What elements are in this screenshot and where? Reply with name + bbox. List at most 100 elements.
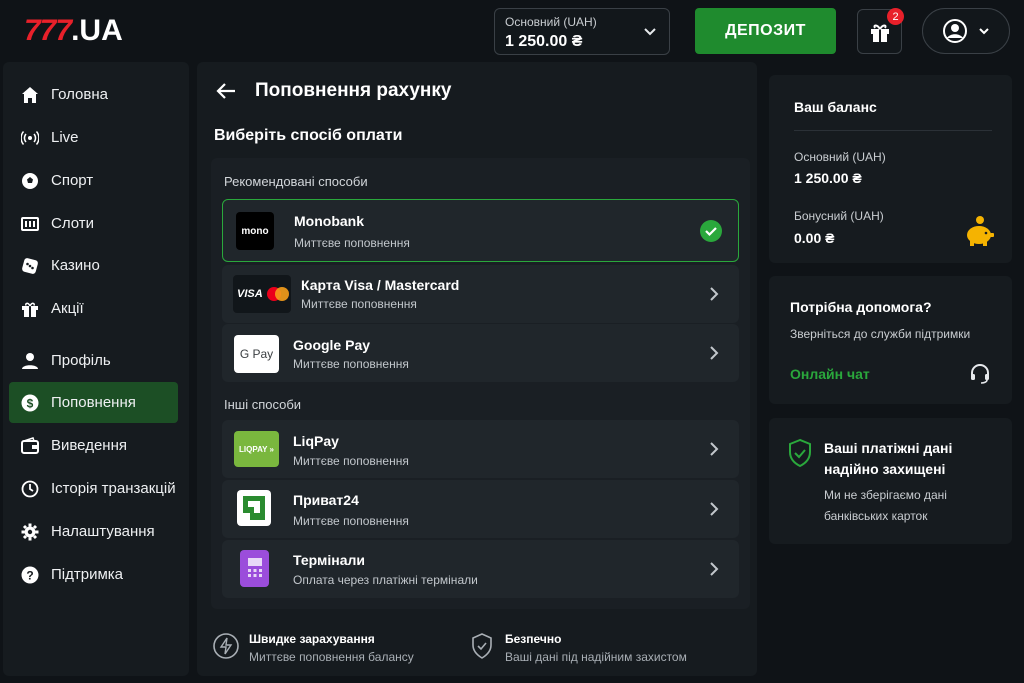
security-desc: Ми не зберігаємо дані банківських карток — [824, 485, 947, 527]
sidebar-item-support[interactable]: ? Підтримка — [9, 554, 178, 595]
user-icon — [21, 352, 39, 370]
sidebar-item-label: Акції — [51, 300, 84, 317]
payment-method-privat24[interactable]: Приват24 Миттєве поповнення — [222, 480, 739, 538]
history-icon — [21, 480, 39, 498]
dollar-icon: $ — [21, 394, 39, 412]
privat24-icon — [243, 496, 265, 520]
security-desc-line: Ми не зберігаємо дані — [824, 488, 947, 502]
sidebar-item-label: Профіль — [51, 352, 111, 369]
sidebar-item-withdraw[interactable]: Виведення — [9, 425, 178, 466]
payment-method-name: LiqPay — [293, 433, 339, 449]
payment-method-name: Monobank — [294, 213, 364, 229]
sidebar-item-live[interactable]: Live — [9, 117, 178, 158]
security-title-line: Ваші платіжні дані — [824, 440, 953, 456]
liqpay-logo: LIQPAY » — [234, 431, 279, 467]
security-card: Ваші платіжні дані надійно захищені Ми н… — [769, 418, 1012, 544]
logo-domain: .UA — [71, 14, 123, 47]
payment-method-liqpay[interactable]: LIQPAY » LiqPay Миттєве поповнення — [222, 420, 739, 478]
headset-icon[interactable] — [969, 362, 991, 384]
chevron-right-icon — [710, 346, 719, 360]
bonus-balance-value: 0.00 ₴ — [794, 230, 835, 246]
notification-badge: 2 — [887, 8, 904, 25]
gift-icon — [21, 300, 39, 318]
payment-method-desc: Миттєве поповнення — [293, 357, 409, 371]
sidebar-item-label: Поповнення — [51, 394, 136, 411]
sidebar-item-sport[interactable]: Спорт — [9, 160, 178, 201]
sidebar-item-label: Історія транзакцій — [51, 480, 176, 497]
home-icon — [21, 86, 39, 104]
sidebar-item-label: Головна — [51, 86, 108, 103]
deposit-button[interactable]: ДЕПОЗИТ — [695, 8, 836, 54]
payment-method-terminals[interactable]: Термінали Оплата через платіжні термінал… — [222, 540, 739, 598]
sidebar-item-profile[interactable]: Профіль — [9, 340, 178, 381]
sidebar-item-label: Підтримка — [51, 566, 124, 583]
payment-method-desc: Оплата через платіжні термінали — [293, 573, 478, 587]
sidebar-item-history[interactable]: Історія транзакцій — [9, 468, 178, 509]
chevron-right-icon — [710, 287, 719, 301]
sidebar-item-label: Виведення — [51, 437, 127, 454]
online-chat-link[interactable]: Онлайн чат — [790, 366, 870, 382]
sidebar-item-deposit[interactable]: $ Поповнення — [9, 382, 178, 423]
sidebar-item-label: Спорт — [51, 172, 94, 189]
payment-method-name: Термінали — [293, 552, 365, 568]
sidebar-item-label: Казино — [51, 257, 100, 274]
sidebar-item-slots[interactable]: Слоти — [9, 203, 178, 244]
feature-title: Швидке зарахування — [249, 632, 375, 646]
terminal-icon — [247, 557, 262, 577]
soccer-ball-icon — [21, 172, 39, 190]
google-pay-logo: G Pay — [234, 335, 279, 373]
gift-icon — [870, 24, 889, 42]
main-balance-value: 1 250.00 ₴ — [794, 170, 862, 186]
group-label-other: Інші способи — [224, 397, 302, 412]
section-subtitle: Виберіть спосіб оплати — [214, 127, 403, 144]
payment-method-desc: Миттєве поповнення — [301, 297, 417, 311]
payment-method-card[interactable]: VISA Карта Visa / Mastercard Миттєве поп… — [222, 265, 739, 323]
sidebar-item-home[interactable]: Головна — [9, 74, 178, 115]
help-desc: Зверніться до служби підтримки — [790, 327, 971, 341]
balance-selector[interactable]: Основний (UAH) 1 250.00 ₴ — [494, 8, 670, 55]
shield-check-icon — [789, 438, 811, 468]
feature-desc: Ваші дані під надійним захистом — [505, 650, 687, 664]
wallet-icon — [21, 436, 39, 455]
visa-mastercard-logo: VISA — [233, 275, 291, 313]
svg-text:$: $ — [27, 396, 34, 410]
chevron-down-icon — [979, 28, 989, 35]
logo[interactable]: 777.UA — [24, 14, 123, 48]
visa-logo-text: VISA — [237, 288, 263, 300]
group-label-recommended: Рекомендовані способи — [224, 174, 368, 189]
help-icon: ? — [21, 566, 39, 584]
shield-check-icon — [472, 633, 492, 659]
balance-value: 1 250.00 ₴ — [505, 33, 583, 50]
main-balance-label: Основний (UAH) — [794, 150, 886, 164]
dice-icon — [21, 257, 39, 275]
security-title-line: надійно захищені — [824, 461, 946, 477]
payment-method-name: Карта Visa / Mastercard — [301, 277, 460, 293]
balance-label: Основний (UAH) — [505, 15, 597, 29]
payment-method-google-pay[interactable]: G Pay Google Pay Миттєве поповнення — [222, 324, 739, 382]
payment-method-name: Приват24 — [293, 492, 359, 508]
payment-method-name: Google Pay — [293, 337, 371, 353]
chevron-down-icon — [644, 28, 656, 36]
chevron-right-icon — [710, 442, 719, 456]
back-arrow-icon[interactable] — [216, 82, 236, 100]
check-circle-icon — [700, 220, 722, 242]
security-title: Ваші платіжні дані надійно захищені — [824, 438, 952, 480]
security-desc-line: банківських карток — [824, 509, 928, 523]
sidebar-item-label: Слоти — [51, 215, 95, 232]
sidebar-item-casino[interactable]: Казино — [9, 245, 178, 286]
lightning-icon — [213, 633, 239, 659]
privat24-logo — [237, 490, 271, 526]
chevron-right-icon — [710, 502, 719, 516]
sidebar-item-label: Налаштування — [51, 523, 155, 540]
help-title: Потрібна допомога? — [790, 299, 932, 315]
user-menu-button[interactable] — [922, 8, 1010, 54]
balance-card-title: Ваш баланс — [794, 99, 877, 115]
payment-method-monobank[interactable]: mono Monobank Миттєве поповнення — [222, 199, 739, 262]
feature-desc: Миттєве поповнення балансу — [249, 650, 414, 664]
sidebar-item-promos[interactable]: Акції — [9, 288, 178, 329]
mastercard-icon — [266, 287, 289, 301]
sidebar-item-settings[interactable]: Налаштування — [9, 511, 178, 552]
monobank-logo: mono — [236, 212, 274, 250]
divider — [794, 130, 992, 131]
payment-method-desc: Миттєве поповнення — [293, 514, 409, 528]
